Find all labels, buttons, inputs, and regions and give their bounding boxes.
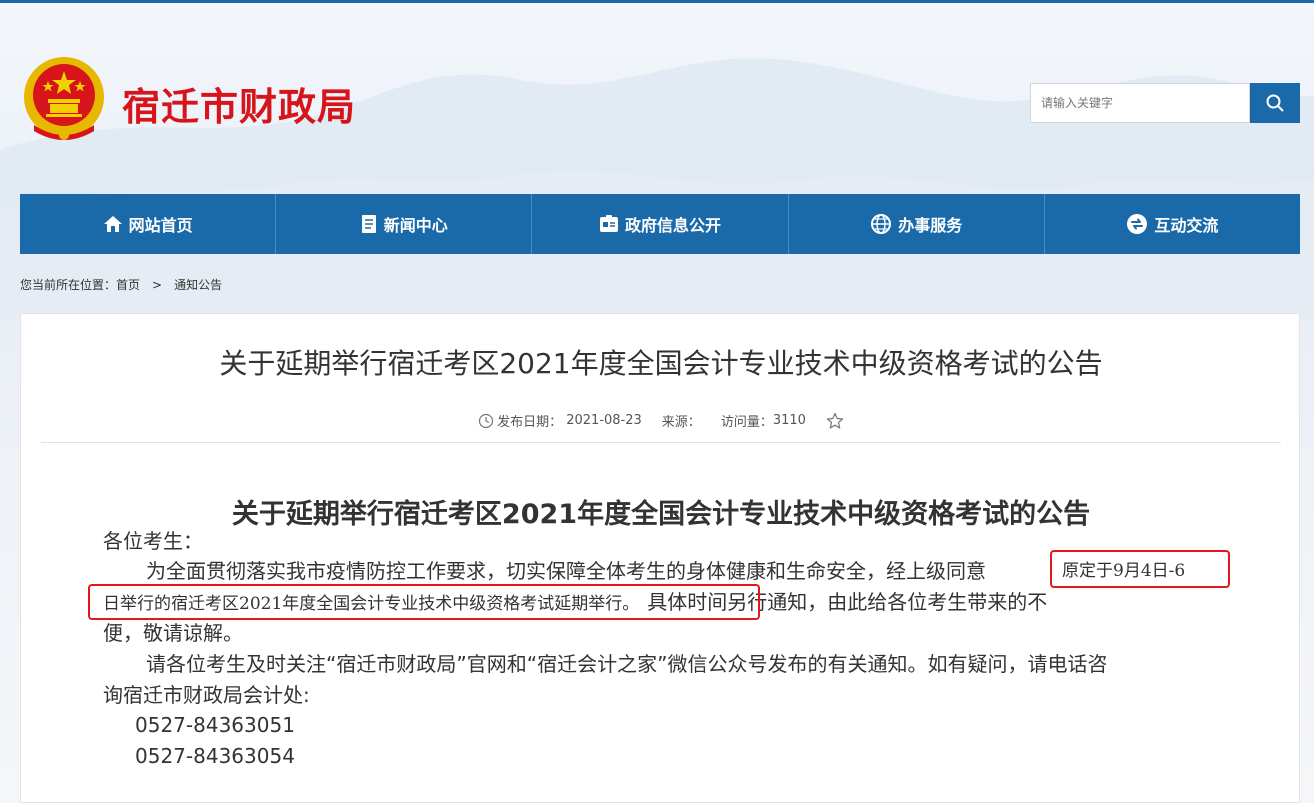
nav-item-services[interactable]: 办事服务 <box>789 194 1045 254</box>
highlight-box-1 <box>1050 550 1230 588</box>
search-box <box>1030 83 1300 123</box>
paragraph-1-line-1: 为全面贯彻落实我市疫情防控工作要求，切实保障全体考生的身体健康和生命安全，经上级… <box>146 556 986 586</box>
main-nav: 网站首页 新闻中心 政府信息公开 办事服务 互动交流 <box>20 194 1300 254</box>
visits-label: 访问量： <box>720 415 773 430</box>
visits-value: 3110 <box>772 413 806 428</box>
source: 来源： <box>662 411 701 430</box>
nav-item-news[interactable]: 新闻中心 <box>276 194 533 254</box>
news-icon <box>361 215 376 233</box>
meta-divider <box>41 442 1281 443</box>
article-meta: 发布日期： 2021-08-23 来源： 访问量： 3110 <box>21 411 1301 430</box>
globe-icon <box>871 214 892 234</box>
home-icon <box>103 216 122 232</box>
visits: 访问量： 3110 <box>721 411 806 430</box>
nav-item-home[interactable]: 网站首页 <box>20 194 277 254</box>
search-icon <box>1266 94 1284 112</box>
highlight-box-2 <box>88 584 760 620</box>
breadcrumb: 您当前所在位置：首页 > 通知公告 <box>20 276 222 293</box>
nav-item-label: 办事服务 <box>898 216 963 235</box>
nav-item-label: 网站首页 <box>128 216 193 235</box>
source-label: 来源： <box>661 415 701 430</box>
paragraph-2-line-2: 询宿迁市财政局会计处: <box>103 683 310 707</box>
breadcrumb-separator: > <box>152 278 163 292</box>
national-emblem-logo <box>24 57 104 140</box>
breadcrumb-prefix: 您当前所在位置： <box>20 278 117 292</box>
nav-item-label: 新闻中心 <box>383 216 448 235</box>
paragraph-2-line-1: 请各位考生及时关注“宿迁市财政局”官网和“宿迁会计之家”微信公众号发布的有关通知… <box>146 652 1108 676</box>
nav-item-info-disclosure[interactable]: 政府信息公开 <box>532 194 789 254</box>
body-title: 关于延期举行宿迁考区2021年度全国会计专业技术中级资格考试的公告 <box>231 499 1091 530</box>
nav-item-label: 互动交流 <box>1154 216 1219 235</box>
favorite-button[interactable] <box>826 412 844 430</box>
breadcrumb-current[interactable]: 通知公告 <box>174 276 222 293</box>
star-icon <box>826 412 844 429</box>
article-panel: 关于延期举行宿迁考区2021年度全国会计专业技术中级资格考试的公告 发布日期： … <box>20 313 1300 803</box>
site-title[interactable]: 宿迁市财政局 <box>122 76 356 131</box>
publish-date: 发布日期： 2021-08-23 <box>478 411 642 430</box>
phone-number-1: 0527-84363051 <box>135 713 295 737</box>
clock-icon <box>478 413 494 428</box>
greeting: 各位考生： <box>103 529 203 553</box>
search-input[interactable] <box>1030 83 1250 123</box>
interaction-icon <box>1127 214 1148 234</box>
mountain-background <box>0 58 1314 320</box>
nav-item-interaction[interactable]: 互动交流 <box>1045 194 1300 254</box>
paragraph-1-line-1-text: 为全面贯彻落实我市疫情防控工作要求，切实保障全体考生的身体健康和生命安全，经上级… <box>146 559 986 583</box>
nav-item-label: 政府信息公开 <box>625 216 722 235</box>
search-button[interactable] <box>1250 83 1300 123</box>
date-value: 2021-08-23 <box>566 413 642 428</box>
date-label: 发布日期： <box>497 415 563 430</box>
breadcrumb-home-link[interactable]: 首页 <box>116 276 140 293</box>
phone-number-2: 0527-84363054 <box>135 744 295 768</box>
article-title: 关于延期举行宿迁考区2021年度全国会计专业技术中级资格考试的公告 <box>219 347 1103 380</box>
info-disclosure-icon <box>600 215 618 232</box>
paragraph-1-line-3: 便，敬请谅解。 <box>103 621 243 645</box>
